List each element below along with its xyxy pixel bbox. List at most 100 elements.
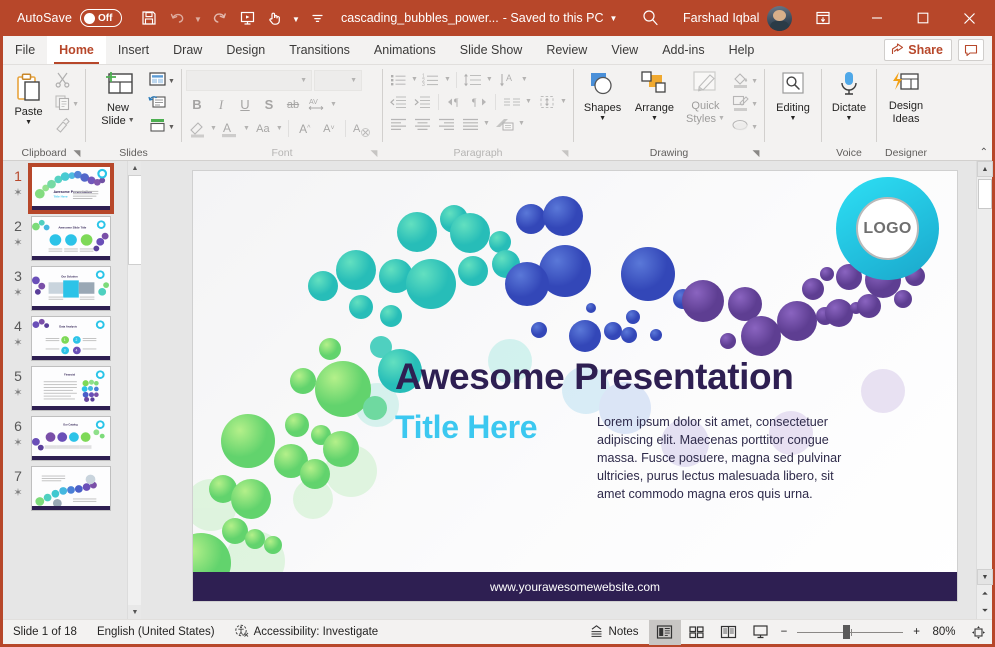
previous-slide-button[interactable]: ⏶ bbox=[977, 585, 993, 602]
maximize-button[interactable] bbox=[900, 0, 946, 36]
zoom-out-button[interactable]: − bbox=[777, 620, 792, 645]
zoom-slider[interactable] bbox=[797, 620, 903, 645]
zoom-in-button[interactable]: + bbox=[909, 620, 924, 645]
columns-button[interactable] bbox=[501, 91, 523, 112]
thumbnail-slide-7[interactable] bbox=[31, 466, 111, 511]
justify-dropdown-icon[interactable]: ▼ bbox=[483, 120, 490, 127]
slide-title[interactable]: Awesome Presentation bbox=[395, 356, 793, 398]
shape-effects-dropdown-icon[interactable]: ▼ bbox=[751, 124, 758, 131]
thumbnail-row[interactable]: 6 ✶ Our Catalog bbox=[3, 411, 141, 461]
collapse-ribbon-button[interactable]: ⌃ bbox=[980, 147, 988, 158]
thumbnail-row[interactable]: 5 ✶ Financial bbox=[3, 361, 141, 411]
section-button[interactable]: ▼ bbox=[146, 116, 177, 138]
slide-subtitle[interactable]: Title Here bbox=[395, 409, 537, 446]
shape-outline-button[interactable]: ▼ bbox=[729, 93, 760, 115]
tab-insert[interactable]: Insert bbox=[106, 36, 161, 64]
slide-logo[interactable]: LOGO bbox=[836, 177, 939, 280]
tab-design[interactable]: Design bbox=[214, 36, 277, 64]
format-painter-button[interactable] bbox=[52, 116, 81, 138]
dictate-dropdown-icon[interactable]: ▼ bbox=[846, 115, 853, 123]
change-case-button[interactable]: Aa bbox=[252, 118, 274, 139]
font-name-input[interactable]: ▼ bbox=[186, 70, 312, 91]
quick-styles-button[interactable]: Quick Styles ▼ bbox=[682, 68, 729, 125]
slide-editor[interactable]: Awesome Presentation Title Here Lorem ip… bbox=[193, 171, 957, 601]
font-color-button[interactable]: A bbox=[219, 118, 241, 139]
slide-sorter-view-button[interactable] bbox=[681, 620, 713, 645]
tab-home[interactable]: Home bbox=[47, 36, 106, 64]
numbering-button[interactable]: 123 bbox=[420, 69, 442, 90]
font-size-input[interactable]: ▼ bbox=[314, 70, 362, 91]
tab-view[interactable]: View bbox=[599, 36, 650, 64]
shape-outline-dropdown-icon[interactable]: ▼ bbox=[751, 101, 758, 108]
notes-button[interactable]: Notes bbox=[579, 620, 649, 645]
clear-formatting-button[interactable]: A bbox=[351, 118, 373, 139]
thumbnail-slide-3[interactable]: Our Solution bbox=[31, 266, 111, 311]
align-text-dropdown-icon[interactable]: ▼ bbox=[560, 98, 567, 105]
language-indicator[interactable]: English (United States) bbox=[87, 620, 225, 645]
align-left-button[interactable] bbox=[387, 113, 409, 134]
customize-qat-icon[interactable] bbox=[304, 5, 330, 31]
accessibility-indicator[interactable]: Accessibility: Investigate bbox=[225, 620, 389, 645]
font-size-dropdown-icon[interactable]: ▼ bbox=[350, 77, 357, 84]
share-button[interactable]: Share bbox=[884, 39, 952, 61]
scroll-down-button[interactable]: ▼ bbox=[977, 569, 993, 585]
center-button[interactable] bbox=[411, 113, 433, 134]
redo-icon[interactable] bbox=[206, 5, 232, 31]
comments-button[interactable] bbox=[958, 39, 984, 61]
reading-view-button[interactable] bbox=[713, 620, 745, 645]
thumbnail-row[interactable]: 4 ✶ Data Analysis 1 2 3 4 bbox=[3, 311, 141, 361]
undo-icon[interactable] bbox=[164, 5, 190, 31]
clipboard-dialog-launcher[interactable]: ◥ bbox=[71, 147, 83, 159]
layout-button[interactable]: ▼ bbox=[146, 70, 177, 92]
paste-dropdown-icon[interactable]: ▼ bbox=[25, 119, 32, 127]
text-direction-dropdown-icon[interactable]: ▼ bbox=[521, 76, 528, 83]
line-spacing-dropdown-icon[interactable]: ▼ bbox=[486, 76, 493, 83]
align-text-button[interactable] bbox=[536, 91, 558, 112]
tab-draw[interactable]: Draw bbox=[161, 36, 214, 64]
zoom-level[interactable]: 80% bbox=[924, 626, 964, 638]
slide-counter[interactable]: Slide 1 of 18 bbox=[3, 620, 87, 645]
ribbon-display-options-icon[interactable] bbox=[806, 0, 840, 36]
thumbnail-row[interactable]: 2 ✶ Awesome Slide Title bbox=[3, 211, 141, 261]
arrange-dropdown-icon[interactable]: ▼ bbox=[651, 115, 658, 123]
change-case-dropdown-icon[interactable]: ▼ bbox=[276, 125, 283, 132]
text-highlight-color-button[interactable] bbox=[186, 118, 208, 139]
tab-review[interactable]: Review bbox=[534, 36, 599, 64]
new-slide-dropdown-icon[interactable]: ▼ bbox=[128, 117, 135, 125]
avatar[interactable] bbox=[767, 6, 792, 31]
shapes-dropdown-icon[interactable]: ▼ bbox=[599, 115, 606, 123]
tab-file[interactable]: File bbox=[3, 36, 47, 64]
normal-view-button[interactable] bbox=[649, 620, 681, 645]
user-account-area[interactable]: Farshad Iqbal bbox=[683, 0, 792, 36]
thumbnail-slide-2[interactable]: Awesome Slide Title bbox=[31, 216, 111, 261]
font-name-dropdown-icon[interactable]: ▼ bbox=[300, 77, 307, 84]
close-button[interactable] bbox=[946, 0, 992, 36]
start-from-beginning-icon[interactable] bbox=[234, 5, 260, 31]
zoom-slider-handle[interactable] bbox=[843, 625, 850, 639]
save-icon[interactable] bbox=[136, 5, 162, 31]
thumbnail-slide-1[interactable]: Awesome Presentation Title Here bbox=[31, 166, 111, 211]
new-slide-button[interactable]: New Slide ▼ bbox=[90, 68, 146, 127]
copy-dropdown-icon[interactable]: ▼ bbox=[72, 101, 79, 108]
increase-indent-button[interactable] bbox=[411, 91, 433, 112]
thumbnail-scroll-thumb[interactable] bbox=[128, 175, 141, 265]
bullets-button[interactable] bbox=[387, 69, 409, 90]
slide-footer[interactable]: www.yourawesomewebsite.com bbox=[193, 572, 957, 601]
cut-button[interactable] bbox=[52, 70, 81, 92]
decrease-indent-button[interactable] bbox=[387, 91, 409, 112]
drawing-dialog-launcher[interactable]: ◥ bbox=[750, 147, 762, 159]
slide-show-view-button[interactable] bbox=[745, 620, 777, 645]
character-spacing-dropdown-icon[interactable]: ▼ bbox=[330, 101, 337, 108]
layout-dropdown-icon[interactable]: ▼ bbox=[168, 78, 175, 85]
strikethrough-button[interactable]: ab bbox=[282, 94, 304, 115]
thumbnail-row[interactable]: 7 ✶ bbox=[3, 461, 141, 511]
bullets-dropdown-icon[interactable]: ▼ bbox=[411, 76, 418, 83]
thumbnail-slide-4[interactable]: Data Analysis 1 2 3 4 bbox=[31, 316, 111, 361]
bold-button[interactable]: B bbox=[186, 94, 208, 115]
document-title-area[interactable]: cascading_bubbles_power... - Saved to th… bbox=[341, 0, 617, 36]
character-spacing-button[interactable]: AV bbox=[306, 94, 328, 115]
font-dialog-launcher[interactable]: ◥ bbox=[368, 147, 380, 159]
text-direction-button[interactable]: A bbox=[497, 69, 519, 90]
touch-mode-icon[interactable] bbox=[262, 5, 288, 31]
section-dropdown-icon[interactable]: ▼ bbox=[168, 124, 175, 131]
